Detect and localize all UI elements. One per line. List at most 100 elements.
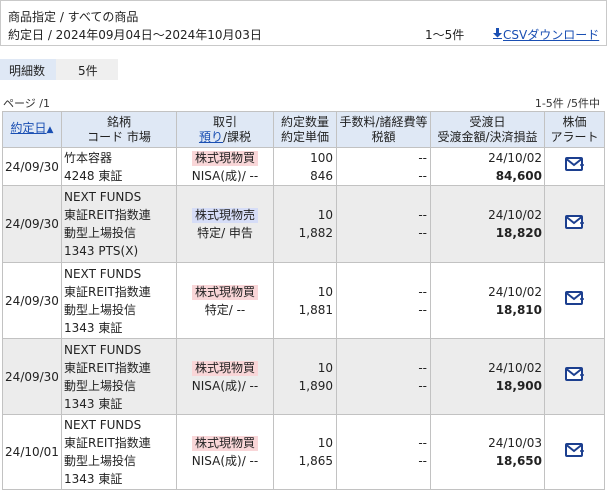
- security-name-line: 東証REIT指数連: [64, 284, 151, 299]
- tax-amount: --: [418, 226, 427, 240]
- quantity-cell: 10 1,865: [273, 414, 337, 490]
- trade-type-badge: 株式現物買: [191, 436, 258, 451]
- alert-cell: [544, 262, 605, 339]
- execution-price: 1,865: [298, 454, 333, 468]
- trade-type-badge: 株式現物買: [191, 360, 258, 376]
- price-alert-mail-icon[interactable]: [564, 214, 585, 229]
- fee-amount: --: [418, 208, 427, 222]
- fee-amount: --: [418, 150, 427, 165]
- alert-cell: [544, 147, 605, 186]
- security-name-cell: NEXT FUNDS 東証REIT指数連 動型上場投信 1343 PTS(X): [61, 185, 177, 263]
- csv-download-link[interactable]: CSVダウンロード: [493, 26, 599, 43]
- table-row: 24/09/30 NEXT FUNDS 東証REIT指数連 動型上場投信 134…: [2, 185, 605, 263]
- settlement-date: 24/10/02: [488, 208, 542, 222]
- settlement-amount: 18,810: [495, 302, 542, 317]
- settlement-cell: 24/10/02 18,820: [430, 185, 545, 263]
- trade-cell: 株式現物買 NISA(成)/ --: [176, 414, 274, 490]
- result-count: 1〜5件: [425, 28, 465, 42]
- settlement-date: 24/10/03: [488, 436, 542, 450]
- security-name-line: NEXT FUNDS: [64, 266, 142, 281]
- security-name-cell: NEXT FUNDS 東証REIT指数連 動型上場投信 1343 東証: [61, 338, 177, 415]
- trade-cell: 株式現物売 特定/ 申告: [176, 185, 274, 263]
- column-header-settlement: 受渡日 受渡金額/決済損益: [430, 111, 545, 148]
- quantity-cell: 10 1,882: [273, 185, 337, 263]
- execution-quantity: 10: [317, 436, 333, 450]
- settlement-date: 24/10/02: [488, 284, 542, 299]
- detail-count-value: 5件: [56, 59, 118, 80]
- csv-download-label: CSVダウンロード: [503, 28, 600, 42]
- trade-type-badge: 株式現物買: [191, 284, 258, 300]
- price-alert-mail-icon[interactable]: [564, 157, 585, 171]
- execution-date: 24/09/30: [2, 147, 62, 186]
- table-row: 24/09/30 NEXT FUNDS 東証REIT指数連 動型上場投信 134…: [2, 338, 605, 415]
- account-type: 特定/ --: [204, 302, 246, 317]
- execution-quantity: 100: [310, 150, 333, 165]
- settlement-amount: 18,820: [495, 226, 542, 240]
- execution-price: 846: [310, 168, 333, 183]
- column-header-trade: 取引 預り/課税: [176, 111, 274, 148]
- security-name-line: 動型上場投信: [64, 302, 137, 317]
- account-type: NISA(成)/ --: [191, 378, 259, 393]
- column-header-date[interactable]: 約定日▲: [2, 111, 62, 148]
- account-type: NISA(成)/ --: [191, 454, 259, 468]
- alert-cell: [544, 338, 605, 415]
- trade-cell: 株式現物買 特定/ --: [176, 262, 274, 339]
- fee-cell: -- --: [336, 338, 431, 415]
- execution-quantity: 10: [317, 208, 333, 222]
- date-range-text: 約定日 / 2024年09月04日〜2024年10月03日: [8, 28, 262, 42]
- fee-amount: --: [418, 284, 427, 299]
- fee-cell: -- --: [336, 147, 431, 186]
- security-name-line: 1343 東証: [64, 396, 123, 411]
- fee-cell: -- --: [336, 262, 431, 339]
- trade-cell: 株式現物買 NISA(成)/ --: [176, 338, 274, 415]
- fee-amount: --: [418, 360, 427, 375]
- settlement-date: 24/10/02: [488, 150, 542, 165]
- account-sort-link[interactable]: 預り: [199, 130, 223, 144]
- security-name-line: 東証REIT指数連: [64, 208, 151, 222]
- security-name-line: 東証REIT指数連: [64, 436, 151, 450]
- security-name-line: 東証REIT指数連: [64, 360, 151, 375]
- security-name-line: 動型上場投信: [64, 226, 137, 240]
- settlement-amount: 18,650: [495, 454, 542, 468]
- settlement-cell: 24/10/03 18,650: [430, 414, 545, 490]
- settlement-amount: 84,600: [495, 168, 542, 183]
- table-header-row: 約定日▲ 銘柄 コード 市場 取引 預り/課税 約定数量 約定単価 手数料/諸経費等税…: [2, 111, 605, 148]
- execution-quantity: 10: [317, 284, 333, 299]
- table-row: 24/09/30 竹本容器 4248 東証 株式現物買 NISA(成)/ -- …: [2, 147, 605, 186]
- tax-amount: --: [418, 454, 427, 468]
- column-header-fee: 手数料/諸経費等 税額: [336, 111, 431, 148]
- execution-date: 24/10/01: [2, 414, 62, 490]
- table-row: 24/10/01 NEXT FUNDS 東証REIT指数連 動型上場投信 134…: [2, 414, 605, 490]
- detail-count-label: 明細数: [0, 59, 56, 80]
- download-icon: [493, 28, 502, 39]
- settlement-cell: 24/10/02 18,900: [430, 338, 545, 415]
- security-name-line: 4248 東証: [64, 168, 123, 183]
- trade-type-badge: 株式現物売: [191, 208, 258, 223]
- page-indicator: ページ /1: [3, 97, 50, 110]
- security-name-cell: NEXT FUNDS 東証REIT指数連 動型上場投信 1343 東証: [61, 262, 177, 339]
- account-type: 特定/ 申告: [197, 226, 253, 240]
- fee-amount: --: [418, 436, 427, 450]
- quantity-cell: 10 1,881: [273, 262, 337, 339]
- column-header-quantity: 約定数量 約定単価: [273, 111, 337, 148]
- sort-asc-icon: ▲: [46, 125, 54, 135]
- trade-cell: 株式現物買 NISA(成)/ --: [176, 147, 274, 186]
- settlement-cell: 24/10/02 18,810: [430, 262, 545, 339]
- security-name-line: 動型上場投信: [64, 378, 137, 393]
- table-row: 24/09/30 NEXT FUNDS 東証REIT指数連 動型上場投信 134…: [2, 262, 605, 339]
- security-name-line: NEXT FUNDS: [64, 418, 142, 432]
- price-alert-mail-icon[interactable]: [564, 442, 585, 457]
- security-name-line: 1343 東証: [64, 320, 123, 335]
- price-alert-mail-icon[interactable]: [564, 291, 585, 305]
- price-alert-mail-icon[interactable]: [564, 367, 585, 381]
- account-type: NISA(成)/ --: [191, 168, 259, 183]
- execution-history-table: 約定日▲ 銘柄 コード 市場 取引 預り/課税 約定数量 約定単価 手数料/諸経費等税…: [2, 111, 605, 490]
- quantity-cell: 100 846: [273, 147, 337, 186]
- tax-amount: --: [418, 378, 427, 393]
- tax-amount: --: [418, 168, 427, 183]
- column-header-alert: 株価 アラート: [544, 111, 605, 148]
- trade-type-badge: 株式現物買: [191, 150, 258, 166]
- execution-price: 1,881: [298, 302, 333, 317]
- execution-price: 1,890: [298, 378, 333, 393]
- execution-date: 24/09/30: [2, 185, 62, 263]
